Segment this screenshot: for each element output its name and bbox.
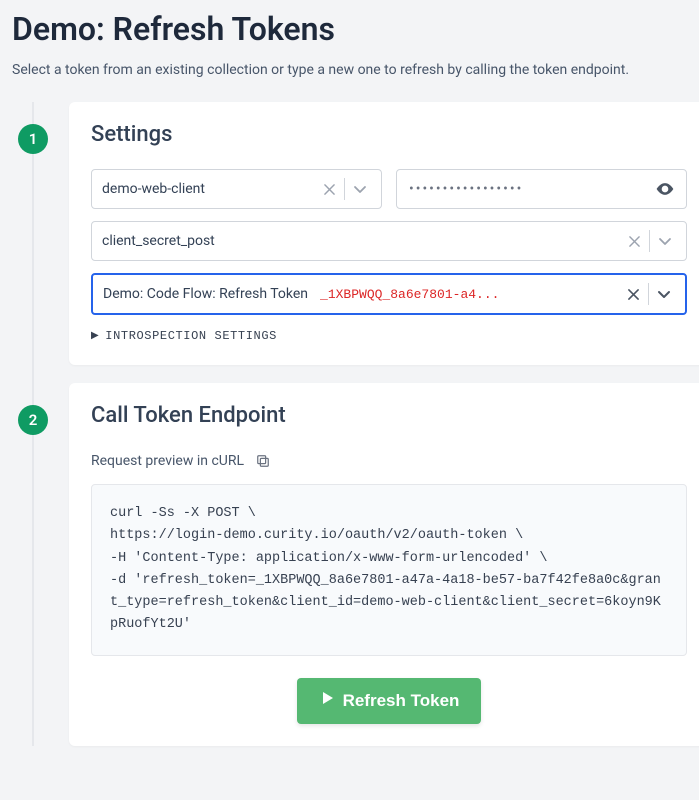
token-select[interactable]: Demo: Code Flow: Refresh Token _1XBPWQQ_…: [91, 273, 687, 315]
curl-preview: curl -Ss -X POST \ https://login-demo.cu…: [91, 484, 687, 656]
introspection-settings-toggle[interactable]: ▶ INTROSPECTION SETTINGS: [91, 329, 687, 343]
eye-icon[interactable]: [654, 178, 676, 200]
auth-method-value: client_secret_post: [102, 233, 623, 249]
chevron-right-icon: ▶: [91, 330, 99, 342]
auth-method-clear-icon[interactable]: [623, 230, 645, 252]
play-icon: [319, 690, 335, 711]
divider: [344, 178, 345, 200]
client-id-clear-icon[interactable]: [318, 178, 340, 200]
request-preview-label: Request preview in cURL: [91, 453, 244, 469]
client-id-select[interactable]: demo-web-client: [91, 169, 382, 209]
refresh-token-button[interactable]: Refresh Token: [297, 678, 482, 724]
refresh-token-button-label: Refresh Token: [343, 691, 460, 711]
call-endpoint-title: Call Token Endpoint: [91, 403, 687, 428]
token-chevron-down-icon[interactable]: [653, 283, 675, 305]
page-title: Demo: Refresh Tokens: [12, 10, 699, 48]
settings-title: Settings: [91, 122, 687, 147]
auth-method-select[interactable]: client_secret_post: [91, 221, 687, 261]
token-clear-icon[interactable]: [622, 283, 644, 305]
client-id-chevron-down-icon[interactable]: [349, 178, 371, 200]
step-badge-1: 1: [18, 124, 48, 154]
call-endpoint-card: Call Token Endpoint Request preview in c…: [69, 383, 699, 746]
auth-method-chevron-down-icon[interactable]: [654, 230, 676, 252]
token-value-preview: _1XBPWQQ_8a6e7801-a4...: [320, 287, 622, 302]
step-badge-2: 2: [18, 405, 48, 435]
divider: [648, 283, 649, 305]
token-collection-label: Demo: Code Flow: Refresh Token: [103, 286, 308, 302]
copy-icon[interactable]: [252, 450, 274, 472]
introspection-settings-label: INTROSPECTION SETTINGS: [105, 329, 277, 343]
client-secret-masked: •••••••••••••••••: [407, 181, 654, 197]
divider: [649, 230, 650, 252]
settings-card: Settings demo-web-client •••••••••••••: [69, 102, 699, 365]
client-secret-input[interactable]: •••••••••••••••••: [396, 169, 687, 209]
client-id-value: demo-web-client: [102, 181, 318, 197]
page-subtitle: Select a token from an existing collecti…: [12, 62, 699, 78]
